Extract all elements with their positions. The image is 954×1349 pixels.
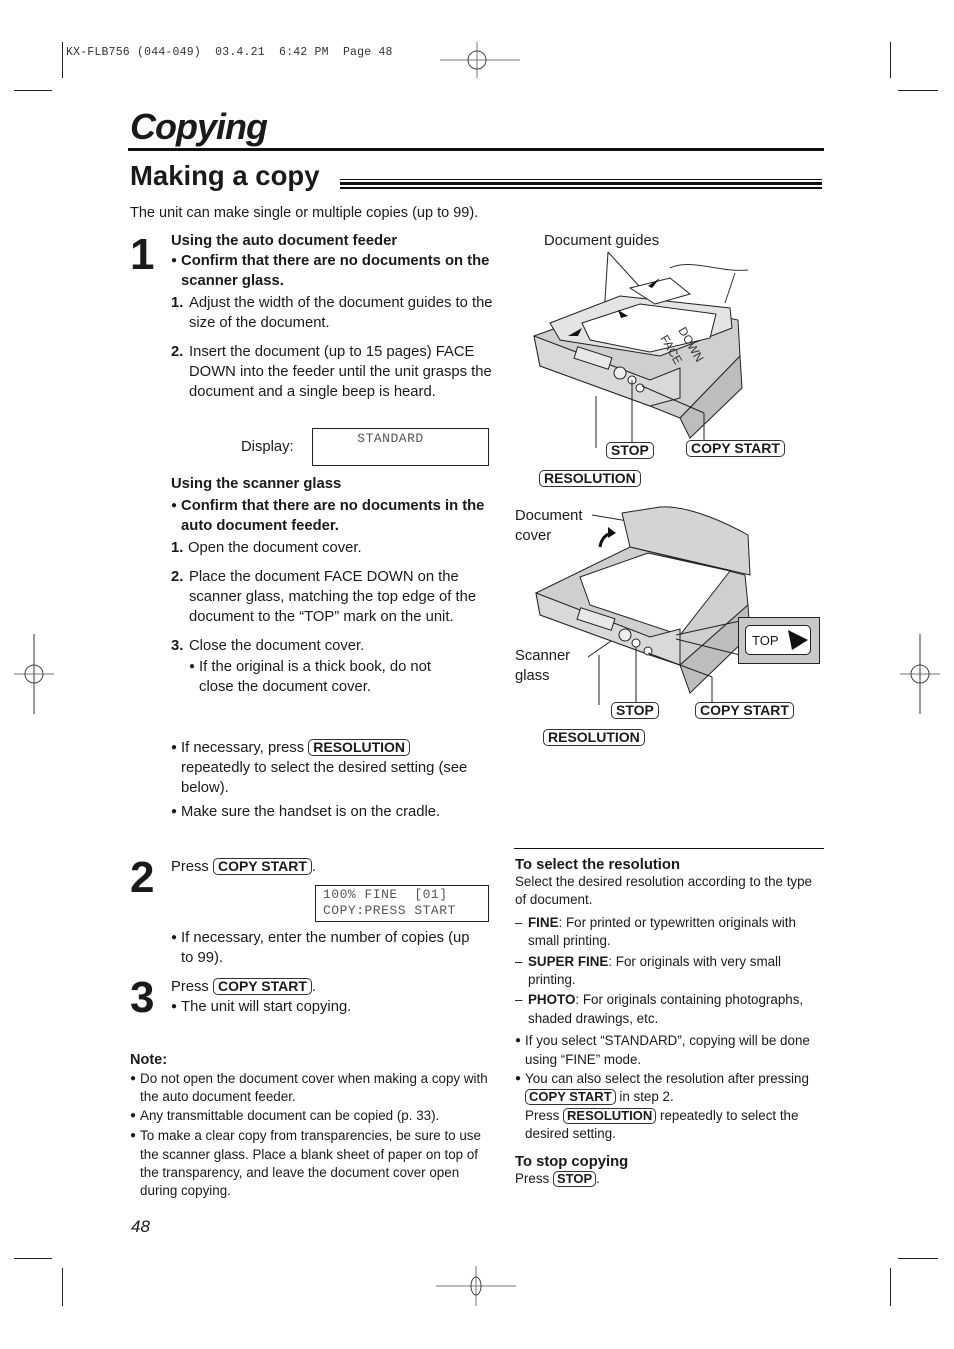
section-title-rules	[340, 179, 822, 190]
crop-mark	[898, 1258, 938, 1259]
note-block: Note: Do not open the document cover whe…	[130, 1052, 498, 1201]
glass-item-2: 2. Place the document FACE DOWN on the s…	[171, 568, 477, 626]
chapter-title: Copying	[130, 106, 268, 147]
figure1-copy-start-key: COPY START	[686, 440, 785, 457]
resolution-bullet-after: You can also select the resolution after…	[515, 1070, 825, 1144]
bullet-icon	[171, 738, 181, 799]
crop-mark	[62, 42, 63, 78]
stop-instruction: Press STOP.	[515, 1170, 600, 1187]
copy-start-key: COPY START	[212, 978, 312, 995]
note-item: To make a clear copy from transparencies…	[130, 1127, 498, 1201]
figure2-copy-start-key: COPY START	[695, 702, 794, 719]
section-divider	[514, 848, 824, 849]
resolution-key: RESOLUTION	[563, 1107, 657, 1124]
copy-start-key: COPY START	[212, 858, 312, 875]
triangle-right-icon	[788, 630, 808, 650]
step-number-2: 2	[130, 853, 155, 902]
bullet-icon	[171, 496, 181, 536]
lcd-text: STANDARD	[357, 431, 424, 446]
bullet-icon	[130, 1107, 140, 1127]
resolution-option-super-fine: – SUPER FINE: For originals with very sm…	[515, 953, 781, 988]
crop-mark	[14, 1258, 52, 1259]
top-mark-callout: TOP	[738, 617, 820, 664]
resolution-option-fine: – FINE: For printed or typewritten origi…	[515, 914, 796, 949]
glass-confirm: Confirm that there are no documents in t…	[171, 496, 501, 536]
registration-mark-right	[900, 634, 940, 714]
fax-glass-illustration	[535, 506, 751, 705]
page-number: 48	[131, 1217, 150, 1236]
figure2-stop-key: STOP	[611, 702, 659, 719]
label-document-guides: Document guides	[544, 233, 660, 249]
print-header: KX-FLB756 (044-049) 03.4.21 6:42 PM Page…	[66, 46, 393, 59]
adf-confirm: Confirm that there are no documents on t…	[171, 251, 501, 291]
bullet-icon	[130, 1127, 140, 1201]
bullet-icon	[189, 657, 199, 697]
resolution-option-photo: – PHOTO: For originals containing photog…	[515, 992, 804, 1026]
bullet-icon	[130, 1070, 140, 1107]
crop-mark	[898, 90, 938, 91]
bullet-handset: Make sure the handset is on the cradle.	[171, 802, 481, 824]
step2-bullet: If necessary, enter the number of copies…	[171, 928, 481, 968]
resolution-key: RESOLUTION	[308, 739, 411, 756]
glass-item-3: 3. Close the document cover.	[171, 638, 365, 655]
lcd-line-1: 100% FINE [01]	[323, 887, 448, 902]
registration-mark-left	[14, 634, 54, 714]
bullet-icon	[515, 1032, 525, 1069]
top-mark-label: TOP	[752, 633, 779, 648]
registration-mark-bottom	[436, 1266, 516, 1306]
note-heading: Note:	[130, 1052, 168, 1068]
glass-heading: Using the scanner glass	[171, 476, 342, 492]
glass-sub-bullet: If the original is a thick book, do not …	[189, 657, 464, 697]
step1-bullets: If necessary, press RESOLUTION repeatedl…	[171, 738, 481, 824]
bullet-icon	[171, 251, 181, 291]
figure1-resolution-key: RESOLUTION	[539, 470, 641, 487]
note-item: Do not open the document cover when maki…	[130, 1070, 498, 1107]
bullet-icon	[171, 928, 181, 968]
step-number-3: 3	[130, 973, 155, 1022]
stop-heading: To stop copying	[515, 1153, 629, 1170]
resolution-bullet-standard: If you select “STANDARD”, copying will b…	[515, 1032, 825, 1069]
resolution-heading: To select the resolution	[515, 857, 680, 873]
intro-text: The unit can make single or multiple cop…	[130, 205, 479, 221]
lcd-display-standard: STANDARD	[312, 428, 489, 466]
bullet-icon	[515, 1070, 525, 1144]
lcd-display-copy: 100% FINE [01] COPY:PRESS START	[315, 885, 489, 922]
bullet-resolution: If necessary, press RESOLUTION repeatedl…	[171, 738, 481, 799]
copy-start-key: COPY START	[525, 1089, 616, 1106]
crop-mark	[62, 1268, 63, 1306]
step3-bullet: The unit will start copying.	[171, 997, 351, 1019]
step3-instruction: Press COPY START.	[171, 978, 317, 995]
lcd-line-2: COPY:PRESS START	[323, 903, 456, 918]
bullet-icon	[171, 997, 181, 1019]
resolution-intro: Select the desired resolution according …	[515, 874, 813, 908]
adf-heading: Using the auto document feeder	[171, 233, 398, 249]
figure1-stop-key: STOP	[606, 442, 654, 459]
crop-mark	[890, 42, 891, 78]
note-item: Any transmittable document can be copied…	[130, 1107, 498, 1127]
step1-adf-block: Using the auto document feeder Confirm t…	[171, 231, 501, 403]
title-rule	[128, 148, 824, 151]
step1-glass-block: Using the scanner glass Confirm that the…	[171, 474, 501, 697]
figure2-resolution-key: RESOLUTION	[543, 729, 645, 746]
bullet-icon	[171, 802, 181, 824]
registration-mark-top	[440, 42, 520, 78]
glass-item-1: 1. Open the document cover.	[171, 539, 362, 556]
stop-key: STOP	[552, 1170, 597, 1187]
crop-mark	[14, 90, 52, 91]
adf-item-1: 1. Adjust the width of the document guid…	[171, 294, 493, 331]
step-number-1: 1	[130, 230, 155, 279]
adf-item-2: 2. Insert the document (up to 15 pages) …	[171, 344, 492, 401]
crop-mark	[890, 1268, 891, 1306]
display-label: Display:	[241, 439, 294, 455]
step2-instruction: Press COPY START.	[171, 858, 317, 875]
resolution-block: To select the resolution Select the desi…	[515, 857, 825, 1188]
section-title: Making a copy	[130, 160, 320, 191]
fax-adf-illustration: FACE DOWN	[533, 251, 749, 448]
